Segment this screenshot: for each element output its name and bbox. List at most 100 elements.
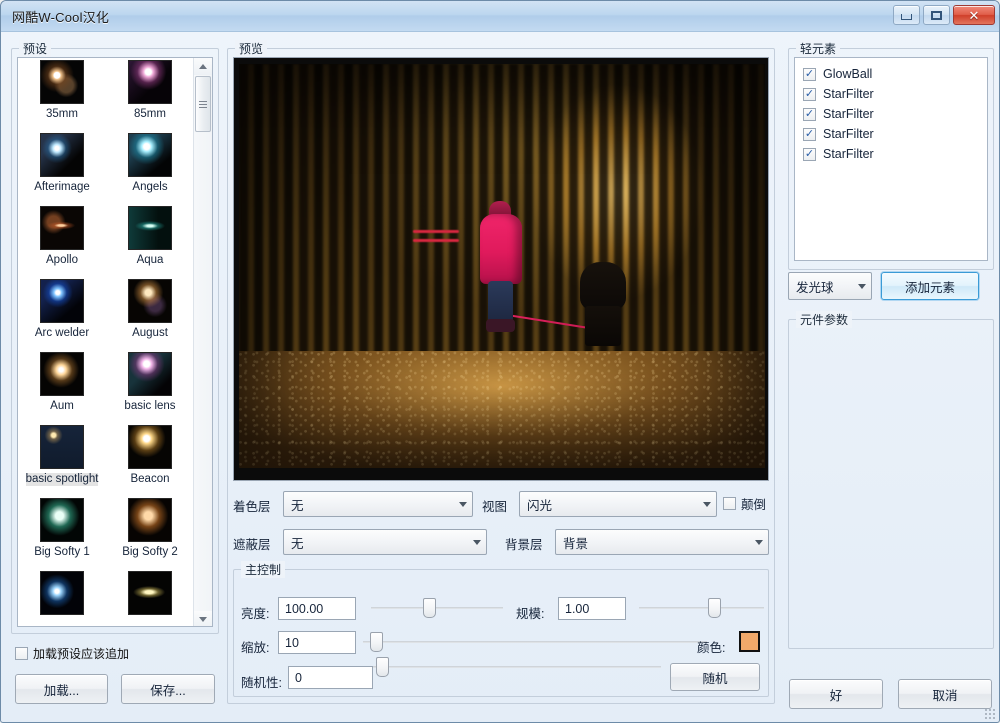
preset-label: Aum bbox=[50, 400, 74, 413]
random-button[interactable]: 随机 bbox=[670, 663, 760, 691]
slider-thumb[interactable] bbox=[423, 598, 436, 618]
slider-track bbox=[639, 607, 764, 609]
list-item[interactable]: StarFilter bbox=[795, 104, 987, 124]
zoom-slider[interactable] bbox=[363, 632, 707, 652]
element-visible-checkbox[interactable] bbox=[803, 148, 816, 161]
minimize-icon bbox=[901, 14, 912, 20]
preset-item[interactable] bbox=[18, 563, 106, 623]
add-element-button[interactable]: 添加元素 bbox=[881, 272, 979, 300]
preset-label: Arc welder bbox=[35, 327, 89, 340]
preset-item[interactable]: basic lens bbox=[106, 344, 194, 417]
light-elements-list[interactable]: GlowBallStarFilterStarFilterStarFilterSt… bbox=[794, 57, 988, 261]
append-preset-checkbox-row[interactable]: 加载预设应该追加 bbox=[15, 645, 129, 662]
preset-scrollbar[interactable] bbox=[193, 58, 212, 627]
obscure-layer-label: 遮蔽层 bbox=[233, 534, 271, 553]
slider-thumb[interactable] bbox=[708, 598, 721, 618]
scroll-down-button[interactable] bbox=[194, 611, 212, 627]
preset-label: Big Softy 1 bbox=[34, 546, 90, 559]
preset-item[interactable]: 85mm bbox=[106, 58, 194, 125]
title-bar: 网酷W-Cool汉化 ✕ bbox=[1, 1, 1000, 32]
element-visible-checkbox[interactable] bbox=[803, 68, 816, 81]
preset-item[interactable]: 35mm bbox=[18, 58, 106, 125]
preset-item[interactable]: Apollo bbox=[18, 198, 106, 271]
grip-icon bbox=[199, 101, 207, 108]
preview-canvas-frame[interactable] bbox=[233, 57, 769, 481]
preset-item[interactable]: Big Softy 2 bbox=[106, 490, 194, 563]
main-control-group: 主控制 亮度: 100.00 规模: 1.00 缩放: 10 颜色: 随机性: … bbox=[233, 569, 769, 697]
preset-thumbnail bbox=[128, 60, 172, 104]
preset-label: Angels bbox=[132, 181, 167, 194]
preset-thumbnail bbox=[40, 206, 84, 250]
preset-item[interactable]: basic spotlight bbox=[18, 417, 106, 490]
randomness-slider[interactable] bbox=[373, 657, 661, 677]
element-type-value: 发光球 bbox=[796, 277, 853, 296]
preset-item[interactable]: Angels bbox=[106, 125, 194, 198]
cancel-button[interactable]: 取消 bbox=[898, 679, 992, 709]
chevron-down-icon bbox=[468, 530, 486, 554]
preset-label: Beacon bbox=[130, 473, 169, 486]
invert-checkbox[interactable] bbox=[723, 497, 736, 510]
preset-item[interactable]: August bbox=[106, 271, 194, 344]
randomness-input[interactable]: 0 bbox=[288, 666, 373, 689]
colorize-layer-value: 无 bbox=[291, 495, 454, 514]
element-type-combo[interactable]: 发光球 bbox=[788, 272, 872, 300]
preset-item[interactable] bbox=[106, 563, 194, 623]
preset-panel-legend: 预设 bbox=[19, 40, 51, 57]
element-visible-checkbox[interactable] bbox=[803, 128, 816, 141]
ok-button[interactable]: 好 bbox=[789, 679, 883, 709]
scale-input[interactable]: 1.00 bbox=[558, 597, 626, 620]
slider-thumb[interactable] bbox=[370, 632, 383, 652]
color-label: 颜色: bbox=[697, 637, 725, 656]
element-name: StarFilter bbox=[823, 107, 874, 121]
close-icon: ✕ bbox=[969, 9, 980, 22]
append-preset-checkbox[interactable] bbox=[15, 647, 28, 660]
preset-label: basic lens bbox=[124, 400, 175, 413]
preset-item[interactable]: Big Softy 1 bbox=[18, 490, 106, 563]
preset-item[interactable]: Afterimage bbox=[18, 125, 106, 198]
scale-slider[interactable] bbox=[639, 598, 764, 618]
view-combo[interactable]: 闪光 bbox=[519, 491, 717, 517]
preset-label: Aqua bbox=[137, 254, 164, 267]
background-layer-combo[interactable]: 背景 bbox=[555, 529, 769, 555]
maximize-button[interactable] bbox=[923, 5, 950, 25]
preset-item[interactable]: Arc welder bbox=[18, 271, 106, 344]
list-item[interactable]: StarFilter bbox=[795, 124, 987, 144]
preset-item[interactable]: Beacon bbox=[106, 417, 194, 490]
slider-thumb[interactable] bbox=[376, 657, 389, 677]
list-item[interactable]: StarFilter bbox=[795, 144, 987, 164]
preset-item[interactable]: Aqua bbox=[106, 198, 194, 271]
preset-thumbnail bbox=[40, 352, 84, 396]
brightness-label: 亮度: bbox=[241, 603, 269, 622]
brightness-input[interactable]: 100.00 bbox=[278, 597, 356, 620]
preview-panel-legend: 预览 bbox=[235, 40, 267, 57]
element-visible-checkbox[interactable] bbox=[803, 88, 816, 101]
list-item[interactable]: StarFilter bbox=[795, 84, 987, 104]
colorize-layer-combo[interactable]: 无 bbox=[283, 491, 473, 517]
list-item[interactable]: GlowBall bbox=[795, 64, 987, 84]
preset-listbox[interactable]: 35mm85mmAfterimage Angels Apollo Aqua Arc we… bbox=[17, 57, 213, 627]
chevron-down-icon bbox=[698, 492, 716, 516]
preset-thumbnail bbox=[128, 279, 172, 323]
resize-grip-icon[interactable] bbox=[984, 708, 995, 719]
zoom-input[interactable]: 10 bbox=[278, 631, 356, 654]
light-elements-legend: 轻元素 bbox=[796, 40, 840, 57]
invert-checkbox-row[interactable]: 颠倒 bbox=[723, 494, 766, 513]
slider-track bbox=[373, 666, 661, 668]
color-swatch[interactable] bbox=[739, 631, 760, 652]
randomness-label: 随机性: bbox=[241, 672, 282, 691]
chevron-up-icon bbox=[199, 64, 207, 69]
element-parameters-frame bbox=[788, 319, 994, 649]
load-button[interactable]: 加载... bbox=[15, 674, 108, 704]
minimize-button[interactable] bbox=[893, 5, 920, 25]
scrollbar-thumb[interactable] bbox=[195, 76, 211, 132]
scroll-up-button[interactable] bbox=[194, 58, 212, 75]
close-button[interactable]: ✕ bbox=[953, 5, 995, 25]
preset-item[interactable]: Aum bbox=[18, 344, 106, 417]
preset-thumbnail bbox=[128, 498, 172, 542]
slider-track bbox=[363, 641, 707, 643]
main-control-legend: 主控制 bbox=[241, 561, 285, 578]
brightness-slider[interactable] bbox=[371, 598, 503, 618]
save-button[interactable]: 保存... bbox=[121, 674, 215, 704]
obscure-layer-combo[interactable]: 无 bbox=[283, 529, 487, 555]
element-visible-checkbox[interactable] bbox=[803, 108, 816, 121]
